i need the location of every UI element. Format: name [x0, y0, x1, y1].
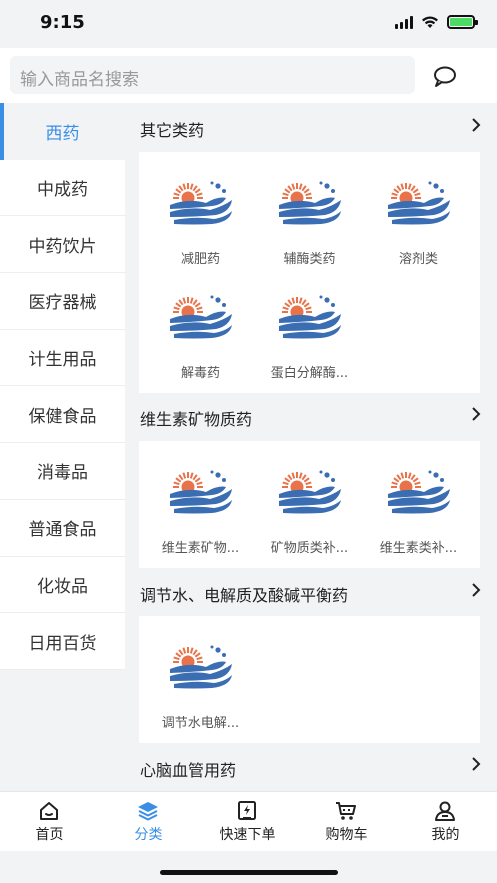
sidebar-item-western-medicine[interactable]: 西药 — [0, 103, 125, 160]
sidebar-item-cosmetics[interactable]: 化妆品 — [0, 556, 125, 614]
sun-wave-logo-icon — [388, 181, 450, 225]
sidebar-item-general-food[interactable]: 普通食品 — [0, 499, 125, 557]
tab-quick-order[interactable]: 快速下单 — [198, 792, 297, 852]
chevron-right-icon[interactable] — [470, 756, 482, 772]
sun-wave-logo-icon — [170, 295, 232, 339]
status-time: 9:15 — [40, 12, 85, 33]
sun-wave-logo-icon — [170, 470, 232, 514]
section-title: 心脑血管用药 — [140, 761, 237, 780]
status-icons — [395, 15, 478, 29]
chevron-right-icon[interactable] — [470, 117, 482, 133]
tab-home[interactable]: 首页 — [0, 792, 99, 852]
sun-wave-logo-icon — [170, 181, 232, 225]
cart-icon — [336, 802, 356, 820]
quick-order-icon — [238, 801, 256, 820]
search-input[interactable]: 输入商品名搜索 — [10, 56, 415, 94]
bottom-tab-bar: 首页 分类 快速下单 购物车 我的 — [0, 791, 497, 851]
subcategory-item[interactable]: 维生素矿物... — [144, 441, 257, 556]
sidebar-item-herbal-slices[interactable]: 中药饮片 — [0, 216, 125, 274]
sun-wave-logo-icon — [388, 470, 450, 514]
home-indicator-area — [0, 851, 497, 883]
subcategory-grid: 维生素矿物... 矿物质类补... 维生素类补... — [139, 441, 480, 568]
sun-wave-logo-icon — [279, 470, 341, 514]
tab-category[interactable]: 分类 — [99, 792, 198, 852]
sun-wave-logo-icon — [279, 295, 341, 339]
section-title: 调节水、电解质及酸碱平衡药 — [140, 586, 349, 605]
subcategory-item[interactable]: 减肥药 — [144, 152, 257, 267]
signal-icon — [395, 15, 413, 29]
tab-profile[interactable]: 我的 — [396, 792, 495, 852]
sidebar-item-health-food[interactable]: 保健食品 — [0, 386, 125, 444]
user-icon — [435, 801, 455, 821]
subcategory-item[interactable]: 调节水电解... — [144, 616, 257, 731]
chevron-right-icon[interactable] — [470, 406, 482, 422]
subcategory-item[interactable]: 矿物质类补... — [253, 441, 366, 556]
search-placeholder: 输入商品名搜索 — [20, 70, 139, 90]
subcategory-content: 其它类药 减肥药 辅酶类药 溶剂类 解毒药 蛋白分解酶... 维生素矿物质药 维… — [125, 103, 497, 791]
subcategory-grid: 调节水电解... — [139, 616, 480, 743]
subcategory-item[interactable]: 溶剂类 — [362, 152, 475, 267]
status-bar: 9:15 — [0, 0, 497, 48]
sidebar-item-family-planning[interactable]: 计生用品 — [0, 329, 125, 387]
subcategory-item[interactable]: 蛋白分解酶... — [253, 266, 366, 381]
section-title: 其它类药 — [140, 121, 205, 140]
chevron-right-icon[interactable] — [470, 582, 482, 598]
sidebar-item-daily-goods[interactable]: 日用百货 — [0, 613, 125, 670]
section-title: 维生素矿物质药 — [140, 410, 253, 429]
category-sidebar: 西药 中成药 中药饮片 医疗器械 计生用品 保健食品 消毒品 普通食品 化妆品 … — [0, 103, 125, 670]
sidebar-item-medical-devices[interactable]: 医疗器械 — [0, 273, 125, 330]
subcategory-grid: 减肥药 辅酶类药 溶剂类 解毒药 蛋白分解酶... — [139, 152, 480, 393]
subcategory-item[interactable]: 解毒药 — [144, 266, 257, 381]
search-bar: 输入商品名搜索 — [0, 48, 497, 103]
sun-wave-logo-icon — [279, 181, 341, 225]
home-icon — [40, 802, 58, 820]
sun-wave-logo-icon — [170, 645, 232, 689]
subcategory-item[interactable]: 维生素类补... — [362, 441, 475, 556]
category-stack-icon — [138, 802, 158, 821]
battery-icon — [447, 15, 478, 29]
message-icon[interactable] — [430, 62, 460, 90]
subcategory-item[interactable]: 辅酶类药 — [253, 152, 366, 267]
sidebar-item-disinfectants[interactable]: 消毒品 — [0, 443, 125, 500]
sidebar-item-chinese-patent-medicine[interactable]: 中成药 — [0, 159, 125, 217]
wifi-icon — [422, 16, 438, 28]
tab-cart[interactable]: 购物车 — [297, 792, 396, 852]
home-indicator[interactable] — [160, 870, 338, 875]
